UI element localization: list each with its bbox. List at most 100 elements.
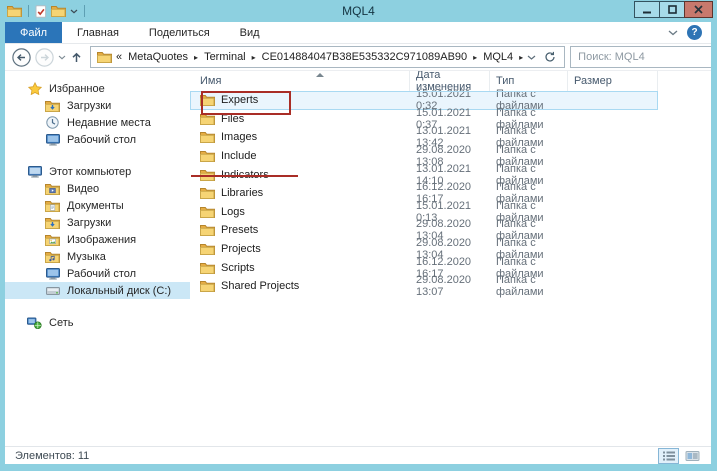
file-name: Projects xyxy=(221,243,261,255)
history-chevron-icon[interactable] xyxy=(58,55,66,60)
window-border-right xyxy=(711,22,717,471)
tab-view[interactable]: Вид xyxy=(225,22,275,43)
sidebar-item-label: Рабочий стол xyxy=(67,268,136,280)
file-name: Scripts xyxy=(221,262,255,274)
address-dropdown-chevron-icon[interactable] xyxy=(527,55,536,60)
sidebar-item-desktop[interactable]: Рабочий стол xyxy=(5,131,190,148)
icons-view-button[interactable] xyxy=(682,448,703,464)
sidebar-item-recent-places[interactable]: Недавние места xyxy=(5,114,190,131)
sidebar-item-label: Рабочий стол xyxy=(67,134,136,146)
items-count: Элементов: 11 xyxy=(15,450,89,462)
folder-icon xyxy=(7,5,22,17)
file-size xyxy=(568,128,658,147)
address-bar[interactable]: « MetaQuotes▸Terminal▸CE014884047B38E535… xyxy=(90,46,565,68)
tab-file[interactable]: Файл xyxy=(5,22,62,43)
maximize-icon xyxy=(668,5,677,14)
sidebar-item-label: Загрузки xyxy=(67,100,111,112)
sidebar-item-label: Документы xyxy=(67,200,124,212)
minimize-button[interactable] xyxy=(634,1,660,18)
sidebar-item-downloads-pc[interactable]: Загрузки xyxy=(5,214,190,231)
nav-buttons xyxy=(8,48,88,67)
sidebar-item-music[interactable]: Музыка xyxy=(5,248,190,265)
close-button[interactable] xyxy=(684,1,713,18)
sidebar-item-local-disk-c[interactable]: Локальный диск (C:) xyxy=(5,282,190,299)
tabs: ФайлГлавнаяПоделитьсяВид xyxy=(5,22,275,43)
address-controls xyxy=(527,51,558,63)
maximize-button[interactable] xyxy=(659,1,685,18)
table-row[interactable]: Shared Projects29.08.2020 13:07Папка с ф… xyxy=(190,277,658,296)
sidebar-item-label: Загрузки xyxy=(67,217,111,229)
help-button[interactable]: ? xyxy=(687,25,702,40)
desktop-icon xyxy=(45,268,60,280)
sidebar-item-favorites[interactable]: Избранное xyxy=(5,80,190,97)
sidebar-item-desktop-pc[interactable]: Рабочий стол xyxy=(5,265,190,282)
file-name-cell: Logs xyxy=(190,203,410,222)
sidebar-item-label: Сеть xyxy=(49,317,73,329)
file-size xyxy=(568,277,658,296)
folder-icon xyxy=(97,51,112,63)
file-name: Images xyxy=(221,131,257,143)
up-button[interactable] xyxy=(70,51,83,64)
sidebar-item-videos[interactable]: Видео xyxy=(5,180,190,197)
column-header-label: Тип xyxy=(496,75,514,87)
sidebar-item-label: Этот компьютер xyxy=(49,166,131,178)
breadcrumb-segment[interactable]: CE014884047B38E535332C971089AB90 xyxy=(262,51,468,63)
file-size xyxy=(568,184,658,203)
file-size xyxy=(568,91,658,110)
sidebar-item-pictures[interactable]: Изображения xyxy=(5,231,190,248)
details-view-button[interactable] xyxy=(658,448,679,464)
search-input[interactable] xyxy=(578,51,712,63)
file-name-cell: Shared Projects xyxy=(190,277,410,296)
back-button[interactable] xyxy=(12,48,31,67)
sidebar-item-this-pc[interactable]: Этот компьютер xyxy=(5,163,190,180)
status-bar: Элементов: 11 xyxy=(5,446,711,464)
file-name: Presets xyxy=(221,224,258,236)
desktop-icon xyxy=(45,134,60,146)
navigation-pane: Избранное Загрузки Недавние места Рабочий с… xyxy=(5,71,190,446)
folder-icon xyxy=(51,5,66,17)
file-size xyxy=(568,221,658,240)
breadcrumb-segment[interactable]: Terminal xyxy=(204,51,246,63)
window-border-bottom xyxy=(0,464,717,471)
quick-access-toolbar xyxy=(0,5,87,18)
file-name-cell: Projects xyxy=(190,240,410,259)
column-header-size[interactable]: Размер xyxy=(568,71,658,91)
qat-properties-button[interactable] xyxy=(35,5,47,18)
file-size xyxy=(568,203,658,222)
breadcrumb-separator-icon: ▸ xyxy=(519,53,523,62)
column-header-name[interactable]: Имя xyxy=(190,71,410,91)
folder-download-icon xyxy=(45,217,60,229)
tab-home[interactable]: Главная xyxy=(62,22,134,43)
sidebar-item-label: Избранное xyxy=(49,83,105,95)
sidebar-item-downloads[interactable]: Загрузки xyxy=(5,97,190,114)
folder-icon xyxy=(200,243,215,255)
details-view-icon xyxy=(662,450,676,462)
tab-share[interactable]: Поделиться xyxy=(134,22,225,43)
breadcrumb-overflow[interactable]: « xyxy=(116,51,122,63)
file-name-cell: Libraries xyxy=(190,184,410,203)
sidebar-item-label: Видео xyxy=(67,183,99,195)
file-list: ИмяДата измененияТипРазмер Experts15.01.… xyxy=(190,71,711,446)
qat-explorer-button[interactable] xyxy=(7,5,22,17)
file-date: 29.08.2020 13:07 xyxy=(410,277,490,296)
breadcrumb-segment[interactable]: MetaQuotes xyxy=(128,51,188,63)
folder-download-icon xyxy=(45,100,60,112)
refresh-icon[interactable] xyxy=(544,51,556,63)
forward-button[interactable] xyxy=(35,48,54,67)
search-box xyxy=(570,46,717,68)
sidebar-item-documents[interactable]: Документы xyxy=(5,197,190,214)
ribbon-collapse-chevron-icon[interactable] xyxy=(668,30,678,36)
ribbon-right: ? xyxy=(668,22,711,43)
file-size xyxy=(568,258,658,277)
qat-customize-button[interactable] xyxy=(70,9,78,14)
main-area: Избранное Загрузки Недавние места Рабочий с… xyxy=(5,71,711,446)
window-title: MQL4 xyxy=(0,4,717,18)
qat-new-folder-button[interactable] xyxy=(51,5,66,17)
folder-icon xyxy=(200,262,215,274)
folder-icon xyxy=(200,150,215,162)
minimize-icon xyxy=(643,5,651,14)
file-name: Shared Projects xyxy=(221,280,299,292)
breadcrumb-segment[interactable]: MQL4 xyxy=(483,51,513,63)
sidebar-item-network[interactable]: Сеть xyxy=(5,314,190,331)
address-folder-icon xyxy=(97,51,112,63)
